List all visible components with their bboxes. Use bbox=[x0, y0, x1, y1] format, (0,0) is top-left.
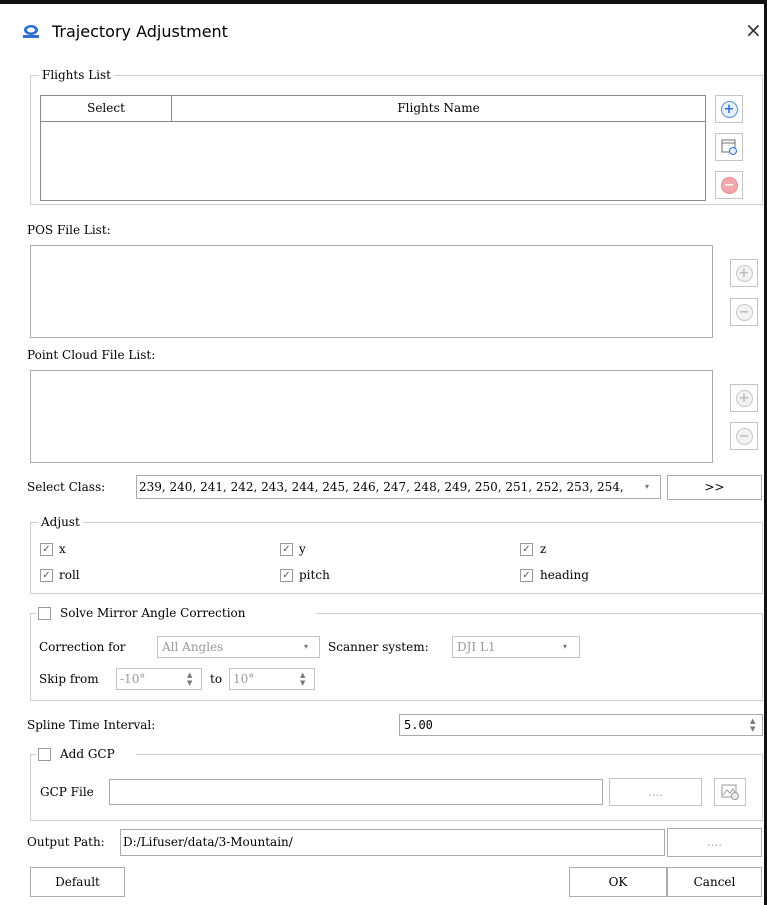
pos-file-list[interactable] bbox=[30, 245, 713, 338]
correction-for-combo[interactable]: All Angles ▾ bbox=[157, 636, 320, 658]
output-browse-button[interactable]: .... bbox=[667, 828, 762, 857]
spin-arrows[interactable]: ▲ ▼ bbox=[187, 671, 192, 687]
spin-down-icon[interactable]: ▼ bbox=[187, 679, 192, 687]
remove-point-cloud-file-button[interactable]: − bbox=[730, 422, 758, 450]
x-checkbox[interactable]: ✓ bbox=[40, 543, 53, 556]
point-cloud-file-list-label: Point Cloud File List: bbox=[27, 348, 156, 362]
select-class-label: Select Class: bbox=[27, 480, 106, 494]
skip-from-spinbox[interactable]: -10° ▲ ▼ bbox=[116, 668, 202, 690]
window-border-top bbox=[0, 0, 767, 4]
add-icon: + bbox=[735, 389, 753, 407]
gcp-file-input[interactable] bbox=[109, 779, 603, 805]
add-gcp-label: Add GCP bbox=[60, 747, 115, 761]
remove-icon: − bbox=[720, 176, 738, 194]
default-button[interactable]: Default bbox=[30, 867, 125, 897]
spline-time-interval-spinbox[interactable]: 5.00 ▲ ▼ bbox=[399, 714, 763, 736]
point-cloud-file-list[interactable] bbox=[30, 370, 713, 463]
import-file-icon bbox=[721, 139, 737, 155]
column-header-flights-name[interactable]: Flights Name bbox=[172, 96, 705, 122]
chevron-down-icon: ▾ bbox=[304, 642, 309, 651]
spin-down-icon[interactable]: ▼ bbox=[300, 679, 305, 687]
remove-icon: − bbox=[735, 427, 753, 445]
remove-pos-file-button[interactable]: − bbox=[730, 298, 758, 326]
more-classes-button[interactable]: >> bbox=[667, 475, 762, 500]
spin-arrows[interactable]: ▲ ▼ bbox=[750, 717, 755, 733]
add-pos-file-button[interactable]: + bbox=[730, 259, 758, 287]
spin-up-icon[interactable]: ▲ bbox=[750, 717, 755, 725]
y-checkbox-label: y bbox=[299, 542, 306, 556]
correction-for-label: Correction for bbox=[39, 640, 126, 654]
roll-checkbox-label: roll bbox=[59, 568, 80, 582]
add-icon: + bbox=[720, 100, 738, 118]
gcp-file-label: GCP File bbox=[40, 785, 94, 799]
select-class-value: 239, 240, 241, 242, 243, 244, 245, 246, … bbox=[139, 480, 624, 494]
add-gcp-header: Add GCP bbox=[36, 747, 136, 763]
output-path-value: D:/Lifuser/data/3-Mountain/ bbox=[123, 835, 293, 849]
roll-checkbox[interactable]: ✓ bbox=[40, 569, 53, 582]
ok-button[interactable]: OK bbox=[569, 867, 667, 897]
spin-down-icon[interactable]: ▼ bbox=[750, 725, 755, 733]
output-path-input[interactable]: D:/Lifuser/data/3-Mountain/ bbox=[120, 829, 665, 856]
pitch-checkbox-label: pitch bbox=[299, 568, 330, 582]
flights-table[interactable]: Select Flights Name bbox=[40, 95, 706, 201]
heading-checkbox[interactable]: ✓ bbox=[520, 569, 533, 582]
pitch-checkbox[interactable]: ✓ bbox=[280, 569, 293, 582]
spin-up-icon[interactable]: ▲ bbox=[187, 671, 192, 679]
z-checkbox-label: z bbox=[540, 542, 547, 556]
output-path-label: Output Path: bbox=[27, 835, 105, 849]
mirror-correction-checkbox[interactable] bbox=[38, 607, 51, 620]
chevron-down-icon: ▾ bbox=[563, 642, 568, 651]
mirror-correction-header: Solve Mirror Angle Correction bbox=[36, 606, 316, 622]
y-checkbox[interactable]: ✓ bbox=[280, 543, 293, 556]
adjust-legend: Adjust bbox=[38, 515, 83, 529]
add-gcp-checkbox[interactable] bbox=[38, 748, 51, 761]
gcp-settings-button[interactable] bbox=[714, 778, 746, 806]
spline-time-interval-value: 5.00 bbox=[404, 718, 433, 732]
window-title: Trajectory Adjustment bbox=[52, 22, 228, 41]
column-header-select[interactable]: Select bbox=[41, 96, 172, 122]
flights-list-legend: Flights List bbox=[39, 68, 114, 82]
flights-table-header: Select Flights Name bbox=[41, 96, 705, 122]
z-checkbox[interactable]: ✓ bbox=[520, 543, 533, 556]
chevron-down-icon[interactable]: ▾ bbox=[645, 482, 649, 491]
close-icon[interactable]: × bbox=[745, 20, 762, 40]
select-class-combo[interactable]: 239, 240, 241, 242, 243, 244, 245, 246, … bbox=[136, 475, 661, 499]
scanner-system-value: DJI L1 bbox=[457, 640, 496, 654]
correction-for-value: All Angles bbox=[162, 640, 224, 654]
app-logo-icon bbox=[23, 25, 39, 38]
mirror-correction-label: Solve Mirror Angle Correction bbox=[60, 606, 246, 620]
add-point-cloud-file-button[interactable]: + bbox=[730, 384, 758, 412]
import-flight-button[interactable] bbox=[715, 133, 743, 161]
heading-checkbox-label: heading bbox=[540, 568, 589, 582]
gcp-browse-button[interactable]: .... bbox=[609, 778, 702, 806]
cancel-button[interactable]: Cancel bbox=[667, 867, 762, 897]
image-settings-icon bbox=[721, 784, 739, 800]
skip-from-label: Skip from bbox=[39, 672, 99, 686]
skip-to-spinbox[interactable]: 10° ▲ ▼ bbox=[229, 668, 315, 690]
spline-time-interval-label: Spline Time Interval: bbox=[27, 718, 156, 732]
x-checkbox-label: x bbox=[59, 542, 66, 556]
skip-to-label: to bbox=[210, 672, 223, 686]
scanner-system-combo[interactable]: DJI L1 ▾ bbox=[452, 636, 580, 658]
scanner-system-label: Scanner system: bbox=[328, 640, 429, 654]
pos-file-list-label: POS File List: bbox=[27, 223, 111, 237]
add-icon: + bbox=[735, 264, 753, 282]
remove-icon: − bbox=[735, 303, 753, 321]
skip-to-value: 10° bbox=[233, 672, 255, 686]
spin-arrows[interactable]: ▲ ▼ bbox=[300, 671, 305, 687]
spin-up-icon[interactable]: ▲ bbox=[300, 671, 305, 679]
remove-flight-button[interactable]: − bbox=[715, 171, 743, 199]
add-flight-button[interactable]: + bbox=[715, 95, 743, 123]
skip-from-value: -10° bbox=[120, 672, 146, 686]
adjust-group bbox=[30, 522, 763, 594]
